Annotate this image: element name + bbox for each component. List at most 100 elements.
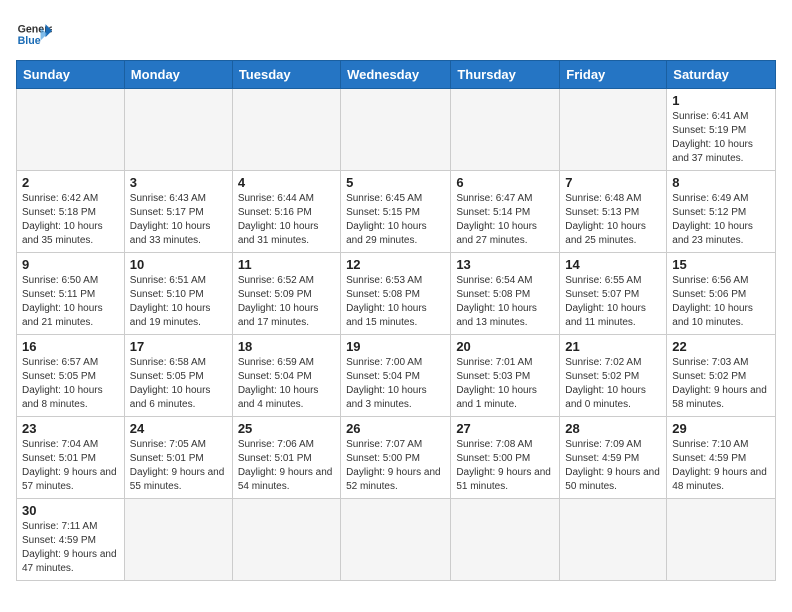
day-info: Sunrise: 7:10 AM Sunset: 4:59 PM Dayligh… bbox=[672, 438, 770, 494]
day-info: Sunrise: 7:05 AM Sunset: 5:01 PM Dayligh… bbox=[130, 438, 227, 494]
calendar-cell: 3Sunrise: 6:43 AM Sunset: 5:17 PM Daylig… bbox=[124, 171, 232, 253]
day-number: 5 bbox=[346, 175, 445, 190]
day-info: Sunrise: 6:43 AM Sunset: 5:17 PM Dayligh… bbox=[130, 192, 227, 248]
day-number: 25 bbox=[238, 421, 335, 436]
day-info: Sunrise: 6:47 AM Sunset: 5:14 PM Dayligh… bbox=[456, 192, 554, 248]
calendar-cell bbox=[451, 89, 560, 171]
col-header-sunday: Sunday bbox=[17, 61, 125, 89]
calendar-cell: 28Sunrise: 7:09 AM Sunset: 4:59 PM Dayli… bbox=[560, 417, 667, 499]
calendar-week-row: 9 Sunrise: 6:50 AM Sunset: 5:11 PM Daylig… bbox=[17, 253, 776, 335]
col-header-wednesday: Wednesday bbox=[341, 61, 451, 89]
calendar-cell: 18 Sunrise: 6:59 AM Sunset: 5:04 PM Dayli… bbox=[232, 335, 340, 417]
day-number: 9 bbox=[22, 257, 119, 272]
calendar-cell: 8 Sunrise: 6:49 AM Sunset: 5:12 PM Daylig… bbox=[667, 171, 776, 253]
day-number: 17 bbox=[130, 339, 227, 354]
calendar-cell bbox=[17, 89, 125, 171]
calendar-cell: 22Sunrise: 7:03 AM Sunset: 5:02 PM Dayli… bbox=[667, 335, 776, 417]
calendar-week-row: 2 Sunrise: 6:42 AM Sunset: 5:18 PM Daylig… bbox=[17, 171, 776, 253]
calendar-cell bbox=[232, 499, 340, 581]
calendar-cell: 14 Sunrise: 6:55 AM Sunset: 5:07 PM Dayli… bbox=[560, 253, 667, 335]
day-info: Sunrise: 7:03 AM Sunset: 5:02 PM Dayligh… bbox=[672, 356, 770, 412]
calendar-cell: 10 Sunrise: 6:51 AM Sunset: 5:10 PM Dayli… bbox=[124, 253, 232, 335]
calendar-cell: 13 Sunrise: 6:54 AM Sunset: 5:08 PM Dayli… bbox=[451, 253, 560, 335]
day-info: Sunrise: 6:41 AM Sunset: 5:19 PM Dayligh… bbox=[672, 110, 770, 166]
calendar-cell bbox=[232, 89, 340, 171]
day-number: 16 bbox=[22, 339, 119, 354]
day-number: 8 bbox=[672, 175, 770, 190]
day-info: Sunrise: 6:48 AM Sunset: 5:13 PM Dayligh… bbox=[565, 192, 661, 248]
calendar-cell: 21Sunrise: 7:02 AM Sunset: 5:02 PM Dayli… bbox=[560, 335, 667, 417]
day-number: 1 bbox=[672, 93, 770, 108]
calendar-week-row: 16 Sunrise: 6:57 AM Sunset: 5:05 PM Dayli… bbox=[17, 335, 776, 417]
day-info: Sunrise: 6:45 AM Sunset: 5:15 PM Dayligh… bbox=[346, 192, 445, 248]
calendar-cell: 25 Sunrise: 7:06 AM Sunset: 5:01 PM Dayli… bbox=[232, 417, 340, 499]
day-number: 26 bbox=[346, 421, 445, 436]
day-number: 14 bbox=[565, 257, 661, 272]
calendar-header-row: SundayMondayTuesdayWednesdayThursdayFrid… bbox=[17, 61, 776, 89]
day-info: Sunrise: 6:56 AM Sunset: 5:06 PM Dayligh… bbox=[672, 274, 770, 330]
calendar-cell: 16 Sunrise: 6:57 AM Sunset: 5:05 PM Dayli… bbox=[17, 335, 125, 417]
day-info: Sunrise: 6:42 AM Sunset: 5:18 PM Dayligh… bbox=[22, 192, 119, 248]
day-info: Sunrise: 7:01 AM Sunset: 5:03 PM Dayligh… bbox=[456, 356, 554, 412]
day-info: Sunrise: 6:51 AM Sunset: 5:10 PM Dayligh… bbox=[130, 274, 227, 330]
day-info: Sunrise: 6:58 AM Sunset: 5:05 PM Dayligh… bbox=[130, 356, 227, 412]
calendar-cell: 12 Sunrise: 6:53 AM Sunset: 5:08 PM Dayli… bbox=[341, 253, 451, 335]
calendar-cell: 26Sunrise: 7:07 AM Sunset: 5:00 PM Dayli… bbox=[341, 417, 451, 499]
day-info: Sunrise: 7:11 AM Sunset: 4:59 PM Dayligh… bbox=[22, 520, 119, 576]
day-number: 12 bbox=[346, 257, 445, 272]
calendar-cell bbox=[667, 499, 776, 581]
calendar-cell: 29Sunrise: 7:10 AM Sunset: 4:59 PM Dayli… bbox=[667, 417, 776, 499]
calendar-cell bbox=[560, 89, 667, 171]
calendar-cell: 2 Sunrise: 6:42 AM Sunset: 5:18 PM Daylig… bbox=[17, 171, 125, 253]
calendar-cell bbox=[341, 499, 451, 581]
day-number: 7 bbox=[565, 175, 661, 190]
logo-icon: General Blue bbox=[16, 16, 52, 52]
day-number: 23 bbox=[22, 421, 119, 436]
day-number: 13 bbox=[456, 257, 554, 272]
calendar-cell: 27 Sunrise: 7:08 AM Sunset: 5:00 PM Dayli… bbox=[451, 417, 560, 499]
calendar-cell bbox=[451, 499, 560, 581]
calendar-table: SundayMondayTuesdayWednesdayThursdayFrid… bbox=[16, 60, 776, 581]
day-info: Sunrise: 6:59 AM Sunset: 5:04 PM Dayligh… bbox=[238, 356, 335, 412]
day-number: 19 bbox=[346, 339, 445, 354]
svg-text:Blue: Blue bbox=[18, 35, 41, 47]
day-number: 6 bbox=[456, 175, 554, 190]
logo: General Blue bbox=[16, 16, 52, 52]
day-number: 18 bbox=[238, 339, 335, 354]
day-info: Sunrise: 6:54 AM Sunset: 5:08 PM Dayligh… bbox=[456, 274, 554, 330]
calendar-week-row: 1 Sunrise: 6:41 AM Sunset: 5:19 PM Daylig… bbox=[17, 89, 776, 171]
calendar-week-row: 23Sunrise: 7:04 AM Sunset: 5:01 PM Dayli… bbox=[17, 417, 776, 499]
col-header-tuesday: Tuesday bbox=[232, 61, 340, 89]
day-number: 4 bbox=[238, 175, 335, 190]
calendar-cell: 6 Sunrise: 6:47 AM Sunset: 5:14 PM Daylig… bbox=[451, 171, 560, 253]
day-number: 30 bbox=[22, 503, 119, 518]
calendar-cell bbox=[341, 89, 451, 171]
calendar-week-row: 30 Sunrise: 7:11 AM Sunset: 4:59 PM Dayli… bbox=[17, 499, 776, 581]
col-header-monday: Monday bbox=[124, 61, 232, 89]
day-number: 24 bbox=[130, 421, 227, 436]
day-info: Sunrise: 7:08 AM Sunset: 5:00 PM Dayligh… bbox=[456, 438, 554, 494]
day-info: Sunrise: 6:55 AM Sunset: 5:07 PM Dayligh… bbox=[565, 274, 661, 330]
day-info: Sunrise: 7:00 AM Sunset: 5:04 PM Dayligh… bbox=[346, 356, 445, 412]
day-number: 21 bbox=[565, 339, 661, 354]
day-info: Sunrise: 6:50 AM Sunset: 5:11 PM Dayligh… bbox=[22, 274, 119, 330]
calendar-cell bbox=[124, 89, 232, 171]
day-info: Sunrise: 7:09 AM Sunset: 4:59 PM Dayligh… bbox=[565, 438, 661, 494]
calendar-cell: 5 Sunrise: 6:45 AM Sunset: 5:15 PM Daylig… bbox=[341, 171, 451, 253]
day-number: 27 bbox=[456, 421, 554, 436]
col-header-saturday: Saturday bbox=[667, 61, 776, 89]
day-info: Sunrise: 6:57 AM Sunset: 5:05 PM Dayligh… bbox=[22, 356, 119, 412]
calendar-cell: 19 Sunrise: 7:00 AM Sunset: 5:04 PM Dayli… bbox=[341, 335, 451, 417]
calendar-cell: 30 Sunrise: 7:11 AM Sunset: 4:59 PM Dayli… bbox=[17, 499, 125, 581]
calendar-cell: 17 Sunrise: 6:58 AM Sunset: 5:05 PM Dayli… bbox=[124, 335, 232, 417]
day-info: Sunrise: 6:49 AM Sunset: 5:12 PM Dayligh… bbox=[672, 192, 770, 248]
calendar-cell: 9 Sunrise: 6:50 AM Sunset: 5:11 PM Daylig… bbox=[17, 253, 125, 335]
day-info: Sunrise: 7:06 AM Sunset: 5:01 PM Dayligh… bbox=[238, 438, 335, 494]
day-info: Sunrise: 6:44 AM Sunset: 5:16 PM Dayligh… bbox=[238, 192, 335, 248]
day-number: 2 bbox=[22, 175, 119, 190]
day-number: 10 bbox=[130, 257, 227, 272]
calendar-cell: 23Sunrise: 7:04 AM Sunset: 5:01 PM Dayli… bbox=[17, 417, 125, 499]
day-info: Sunrise: 6:53 AM Sunset: 5:08 PM Dayligh… bbox=[346, 274, 445, 330]
day-number: 20 bbox=[456, 339, 554, 354]
day-number: 15 bbox=[672, 257, 770, 272]
